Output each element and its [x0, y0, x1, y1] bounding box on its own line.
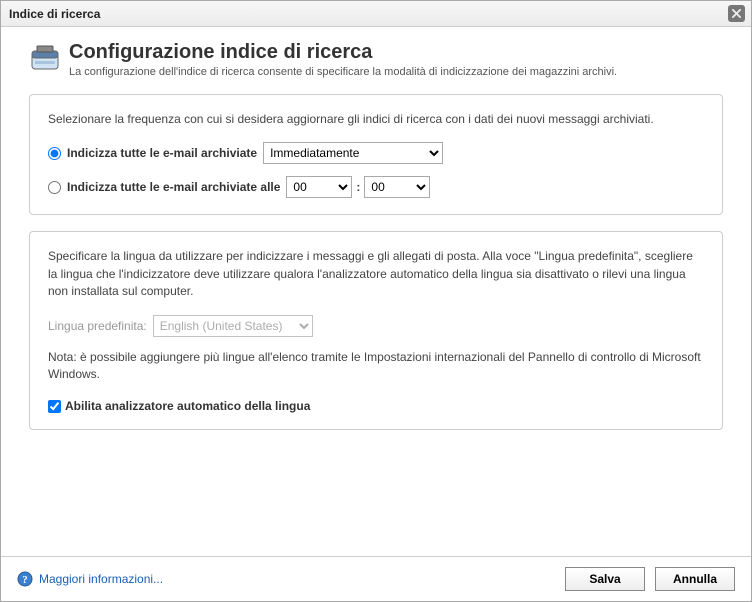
page-title: Configurazione indice di ricerca — [69, 41, 617, 64]
dialog-window: Indice di ricerca Configurazione indice … — [0, 0, 752, 602]
minute-select[interactable]: 00 — [364, 176, 430, 198]
default-language-label: Lingua predefinita: — [48, 319, 147, 333]
time-separator: : — [356, 180, 360, 194]
help-link-label: Maggiori informazioni... — [39, 572, 163, 586]
frequency-select[interactable]: Immediatamente — [263, 142, 443, 164]
help-icon: ? — [17, 571, 33, 587]
language-intro: Specificare la lingua da utilizzare per … — [48, 248, 704, 300]
frequency-intro: Selezionare la frequenza con cui si desi… — [48, 111, 704, 128]
radio-at-time-row: Indicizza tutte le e-mail archiviate all… — [48, 176, 704, 198]
svg-text:?: ? — [22, 574, 28, 586]
default-language-select[interactable]: English (United States) — [153, 315, 313, 337]
frequency-panel: Selezionare la frequenza con cui si desi… — [29, 94, 723, 215]
close-icon — [732, 9, 741, 18]
cancel-button[interactable]: Annulla — [655, 567, 735, 591]
auto-detect-label: Abilita analizzatore automatico della li… — [65, 399, 310, 413]
save-button[interactable]: Salva — [565, 567, 645, 591]
default-language-row: Lingua predefinita: English (United Stat… — [48, 315, 704, 337]
page-subtitle: La configurazione dell'indice di ricerca… — [69, 66, 617, 78]
hour-select[interactable]: 00 — [286, 176, 352, 198]
search-index-icon — [29, 43, 61, 75]
dialog-content: Configurazione indice di ricerca La conf… — [1, 27, 751, 556]
header: Configurazione indice di ricerca La conf… — [29, 41, 723, 78]
radio-immediate[interactable] — [48, 147, 61, 160]
radio-immediate-row: Indicizza tutte le e-mail archiviate Imm… — [48, 142, 704, 164]
language-note: Nota: è possibile aggiungere più lingue … — [48, 349, 704, 384]
help-link[interactable]: ? Maggiori informazioni... — [17, 571, 163, 587]
radio-at-time-label: Indicizza tutte le e-mail archiviate all… — [67, 180, 280, 194]
language-panel: Specificare la lingua da utilizzare per … — [29, 231, 723, 430]
auto-detect-row: Abilita analizzatore automatico della li… — [48, 399, 704, 413]
close-button[interactable] — [728, 5, 745, 22]
window-title: Indice di ricerca — [9, 7, 100, 21]
radio-immediate-label: Indicizza tutte le e-mail archiviate — [67, 146, 257, 160]
radio-at-time[interactable] — [48, 181, 61, 194]
auto-detect-checkbox[interactable] — [48, 400, 61, 413]
titlebar: Indice di ricerca — [1, 1, 751, 27]
dialog-footer: ? Maggiori informazioni... Salva Annulla — [1, 556, 751, 601]
